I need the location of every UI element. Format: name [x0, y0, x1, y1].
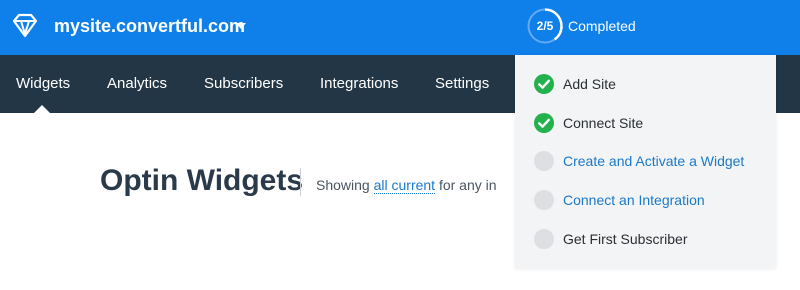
checklist-item-add-site[interactable]: Add Site: [515, 64, 776, 102]
empty-circle-icon: [534, 190, 554, 210]
showing-prefix: Showing: [316, 177, 370, 193]
checklist-item-label: Connect Site: [563, 115, 644, 131]
onboarding-checklist: Add Site Connect Site Create and Activat…: [515, 55, 776, 268]
checklist-item-create-widget[interactable]: Create and Activate a Widget: [515, 141, 776, 179]
checklist-item-first-subscriber[interactable]: Get First Subscriber: [515, 219, 776, 257]
check-circle-icon: [534, 74, 554, 94]
nav-item-subscribers[interactable]: Subscribers: [204, 75, 283, 93]
checklist-item-label: Get First Subscriber: [563, 231, 688, 247]
empty-circle-icon: [534, 229, 554, 249]
status-filter-link[interactable]: all current: [373, 177, 436, 194]
caret-down-icon[interactable]: [236, 23, 246, 29]
empty-circle-icon: [534, 151, 554, 171]
checklist-item-connect-site[interactable]: Connect Site: [515, 103, 776, 141]
title-divider: [300, 168, 301, 196]
top-bar: mysite.convertful.com 2/5 Completed: [0, 0, 800, 55]
page-title: Optin Widgets: [100, 164, 304, 197]
progress-label[interactable]: Completed: [568, 17, 636, 35]
checklist-item-label: Add Site: [563, 76, 616, 92]
filter-summary: Showing all current for any in: [316, 176, 497, 194]
checklist-item-label[interactable]: Create and Activate a Widget: [563, 152, 744, 170]
nav-item-analytics[interactable]: Analytics: [107, 75, 167, 93]
diamond-logo-icon[interactable]: [11, 13, 39, 39]
nav-item-integrations[interactable]: Integrations: [320, 75, 398, 93]
checklist-item-label[interactable]: Connect an Integration: [563, 191, 705, 209]
active-nav-pointer: [34, 105, 50, 113]
progress-count: 2/5: [536, 19, 554, 33]
nav-item-widgets[interactable]: Widgets: [16, 75, 70, 93]
nav-item-settings[interactable]: Settings: [435, 75, 489, 93]
checklist-item-connect-integration[interactable]: Connect an Integration: [515, 180, 776, 218]
check-circle-icon: [534, 113, 554, 133]
site-switcher[interactable]: mysite.convertful.com: [54, 14, 245, 38]
showing-suffix: for any in: [438, 177, 497, 193]
